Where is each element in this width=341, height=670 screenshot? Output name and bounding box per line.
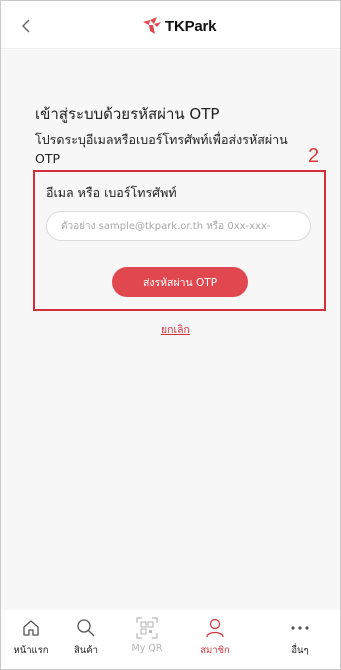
tab-label: สินค้า	[74, 645, 98, 656]
tab-label: อื่นๆ	[291, 645, 309, 656]
top-bar: TKPark	[1, 1, 340, 49]
tab-label: สมาชิก	[200, 645, 230, 656]
tkpark-logo: TKPark	[141, 14, 217, 38]
page-description: โปรดระบุอีเมลหรือเบอร์โทรศัพท์เพื่อส่งรห…	[35, 132, 288, 166]
back-button[interactable]	[13, 13, 39, 39]
search-icon	[77, 619, 95, 637]
email-phone-input[interactable]	[46, 211, 311, 241]
tab-products[interactable]: สินค้า	[56, 610, 116, 669]
home-icon	[23, 620, 39, 636]
tab-my-qr[interactable]: My QR	[117, 610, 177, 669]
cancel-link[interactable]: ยกเลิก	[161, 321, 190, 338]
email-phone-label: อีเมล หรือ เบอร์โทรศัพท์	[46, 185, 177, 200]
step-number-annotation: 2	[308, 145, 320, 167]
chevron-left-icon	[22, 19, 30, 33]
more-icon	[291, 626, 309, 630]
tab-home[interactable]: หน้าแรก	[1, 610, 61, 669]
send-otp-button[interactable]: ส่งรหัสผ่าน OTP	[112, 267, 248, 297]
tkpark-logo-mark-icon	[143, 17, 161, 34]
tab-more[interactable]: อื่นๆ	[270, 610, 330, 669]
login-otp-panel: เข้าสู่ระบบด้วยรหัสผ่าน OTP โปรดระบุอีเม…	[1, 50, 340, 610]
tab-label: My QR	[131, 643, 163, 654]
tab-member[interactable]: สมาชิก	[185, 610, 245, 669]
logo-text: TKPark	[165, 17, 217, 35]
page-title: เข้าสู่ระบบด้วยรหัสผ่าน OTP	[35, 105, 220, 123]
tab-label: หน้าแรก	[13, 645, 49, 656]
qr-icon	[136, 617, 158, 639]
user-icon	[206, 618, 224, 638]
bottom-tab-bar: หน้าแรก สินค้า My QR สมาชิก อื่นๆ	[1, 610, 340, 669]
